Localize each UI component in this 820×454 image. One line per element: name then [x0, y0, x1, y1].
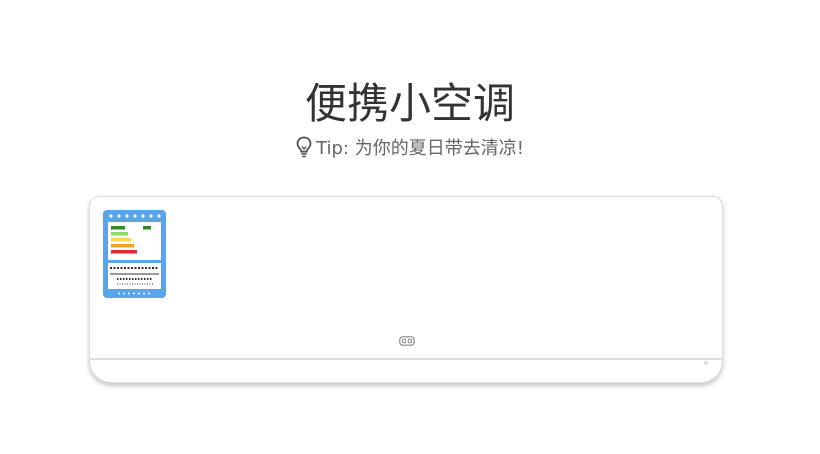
tip-text: Tip: 为你的夏日带去清凉!	[316, 138, 524, 159]
page: 便携小空调 Tip: 为你的夏日带去清凉!	[0, 0, 820, 454]
display-indicator-icon	[399, 331, 415, 350]
tip-line: Tip: 为你的夏日带去清凉!	[0, 136, 820, 166]
energy-label-icon	[103, 210, 166, 302]
power-indicator-dot	[704, 361, 708, 365]
air-vent-line	[90, 358, 722, 360]
air-conditioner	[89, 196, 723, 383]
lightbulb-icon	[296, 136, 312, 166]
page-title: 便携小空调	[304, 79, 515, 129]
